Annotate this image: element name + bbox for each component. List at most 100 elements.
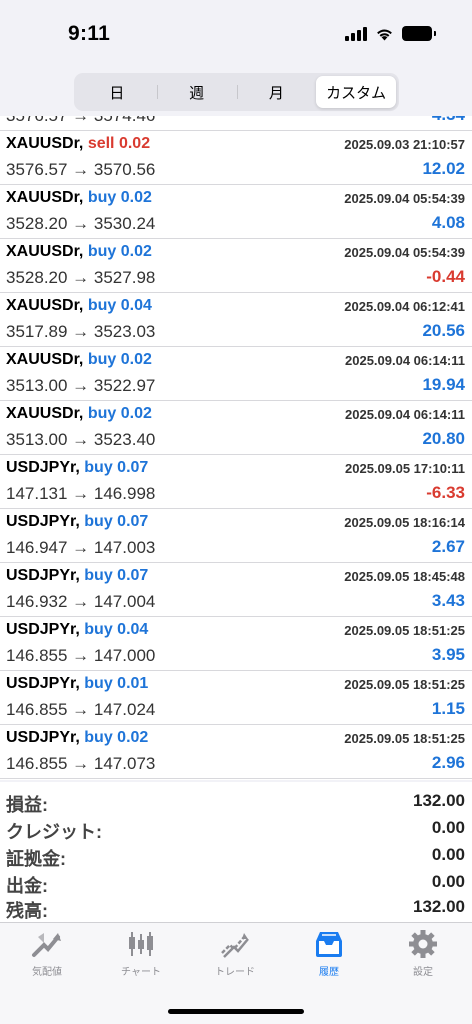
deal-history-list[interactable]: 3576.57 → 3574.46 4.34 XAUUSDr, sell 0.0…	[0, 104, 472, 780]
list-item[interactable]: XAUUSDr, sell 0.02 2025.09.03 21:10:57 357…	[0, 131, 472, 185]
deal-time: 2025.09.04 05:54:39	[344, 245, 465, 260]
summary-label: 残高:	[6, 901, 48, 921]
list-item[interactable]: XAUUSDr, buy 0.02 2025.09.04 05:54:39 3528…	[0, 185, 472, 239]
period-segmented-control: 日 週 月 カスタム	[74, 73, 399, 111]
list-item[interactable]: USDJPYr, buy 0.01 2025.09.05 18:51:25 146.…	[0, 671, 472, 725]
trade-icon	[221, 933, 249, 958]
deal-prices: 146.855 → 147.000	[6, 646, 156, 665]
deal-time: 2025.09.05 18:51:25	[344, 731, 465, 746]
deal-prices: 3513.00 → 3522.97	[6, 376, 156, 395]
tab-settings[interactable]: 設定	[376, 929, 470, 978]
deal-type: buy	[84, 459, 113, 476]
deal-profit: 12.02	[422, 159, 465, 178]
deal-type: buy	[87, 405, 117, 422]
deal-time: 2025.09.04 05:54:39	[344, 191, 465, 206]
deal-prices: 3528.20 → 3530.24	[6, 214, 156, 233]
deal-profit: 3.43	[431, 591, 465, 610]
summary-label: 損益:	[6, 795, 48, 815]
deal-profit: 4.08	[431, 213, 465, 232]
segment-day[interactable]: 日	[77, 76, 157, 108]
summary-credit: クレジット: 0.00	[0, 815, 472, 842]
period-selector-bar: 日 週 月 カスタム	[0, 70, 472, 116]
deal-title: XAUUSDr, buy 0.02	[6, 351, 152, 369]
deal-title: XAUUSDr, buy 0.02	[6, 189, 152, 207]
deal-prices: 146.855 → 147.073	[6, 754, 156, 773]
deal-symbol: XAUUSDr,	[6, 297, 84, 314]
deal-title: XAUUSDr, sell 0.02	[6, 135, 150, 153]
list-item[interactable]: XAUUSDr, buy 0.04 2025.09.04 06:12:41 3517…	[0, 293, 472, 347]
segment-week[interactable]: 週	[156, 76, 237, 108]
deal-volume: 0.07	[117, 459, 149, 476]
list-item[interactable]: XAUUSDr, buy 0.02 2025.09.04 05:54:39 3528…	[0, 239, 472, 293]
deal-symbol: USDJPYr,	[6, 675, 80, 692]
segment-custom[interactable]: カスタム	[316, 76, 396, 108]
deal-profit: 2.96	[431, 753, 465, 772]
deal-symbol: XAUUSDr,	[6, 243, 84, 260]
list-item[interactable]: USDJPYr, buy 0.07 2025.09.05 18:16:14 146.…	[0, 509, 472, 563]
deal-type: buy	[84, 567, 113, 584]
status-icons	[345, 26, 436, 41]
tab-label: トレード	[215, 967, 255, 978]
deal-volume: 0.07	[117, 513, 149, 530]
deal-prices: 146.947 → 147.003	[6, 538, 156, 557]
deal-prices: 3513.00 → 3523.40	[6, 430, 156, 449]
tab-bar: 気配値 チャート トレード 履歴 設定	[0, 922, 472, 1024]
deal-volume: 0.04	[117, 621, 149, 638]
deal-time: 2025.09.04 06:14:11	[345, 407, 465, 422]
summary-value: 0.00	[431, 818, 465, 837]
deal-title: USDJPYr, buy 0.02	[6, 729, 148, 747]
deal-title: USDJPYr, buy 0.07	[6, 459, 148, 477]
tab-trade[interactable]: トレード	[188, 929, 282, 978]
deal-symbol: USDJPYr,	[6, 621, 80, 638]
segment-month[interactable]: 月	[236, 76, 317, 108]
deal-profit: -6.33	[426, 483, 465, 502]
deal-symbol: XAUUSDr,	[6, 135, 84, 152]
wifi-icon	[377, 29, 392, 40]
deal-volume: 0.02	[120, 189, 152, 206]
deal-prices: 146.855 → 147.024	[6, 700, 156, 719]
list-item[interactable]: XAUUSDr, buy 0.02 2025.09.04 06:14:11 3513…	[0, 347, 472, 401]
tab-history[interactable]: 履歴	[282, 929, 376, 978]
deal-volume: 0.02	[118, 135, 151, 152]
summary-value: 0.00	[431, 845, 465, 864]
tab-label: 履歴	[319, 967, 339, 978]
deal-profit: 20.56	[422, 321, 465, 340]
summary-value: 0.00	[431, 872, 465, 891]
deal-volume: 0.02	[120, 243, 152, 260]
deal-title: XAUUSDr, buy 0.02	[6, 405, 152, 423]
deal-title: USDJPYr, buy 0.01	[6, 675, 148, 693]
tab-quotes[interactable]: 気配値	[0, 929, 94, 978]
deal-time: 2025.09.04 06:12:41	[344, 299, 465, 314]
deal-title: USDJPYr, buy 0.04	[6, 621, 148, 639]
summary-profit: 損益: 132.00	[0, 788, 472, 815]
deal-volume: 0.04	[120, 297, 152, 314]
deal-volume: 0.07	[117, 567, 149, 584]
list-item[interactable]: USDJPYr, buy 0.04 2025.09.05 18:51:25 146.…	[0, 617, 472, 671]
list-item[interactable]: USDJPYr, buy 0.02 2025.09.05 18:51:25 146.…	[0, 725, 472, 779]
deal-title: USDJPYr, buy 0.07	[6, 513, 148, 531]
status-bar: 9:11	[0, 0, 472, 70]
deal-title: XAUUSDr, buy 0.02	[6, 243, 152, 261]
deal-volume: 0.02	[117, 729, 149, 746]
tab-chart[interactable]: チャート	[94, 929, 188, 978]
deal-time: 2025.09.05 18:16:14	[344, 515, 465, 530]
deal-title: XAUUSDr, buy 0.04	[6, 297, 152, 315]
tab-label: 設定	[413, 967, 433, 978]
list-item[interactable]: USDJPYr, buy 0.07 2025.09.05 18:45:48 146.…	[0, 563, 472, 617]
deal-time: 2025.09.05 18:51:25	[344, 677, 465, 692]
deal-volume: 0.01	[117, 675, 149, 692]
deal-profit: 19.94	[422, 375, 465, 394]
deal-type: buy	[87, 351, 117, 368]
tab-label: チャート	[121, 967, 161, 978]
list-item[interactable]: USDJPYr, buy 0.07 2025.09.05 17:10:11 147.…	[0, 455, 472, 509]
deal-symbol: XAUUSDr,	[6, 189, 84, 206]
deal-symbol: USDJPYr,	[6, 567, 80, 584]
deal-profit: 3.95	[431, 645, 465, 664]
summary-label: 証拠金:	[6, 849, 66, 869]
deal-prices: 3517.89 → 3523.03	[6, 322, 156, 341]
deal-volume: 0.02	[120, 405, 152, 422]
deal-profit: 2.67	[431, 537, 465, 556]
list-item[interactable]: XAUUSDr, buy 0.02 2025.09.04 06:14:11 3513…	[0, 401, 472, 455]
deal-time: 2025.09.05 17:10:11	[345, 461, 465, 476]
settings-icon	[409, 930, 437, 958]
